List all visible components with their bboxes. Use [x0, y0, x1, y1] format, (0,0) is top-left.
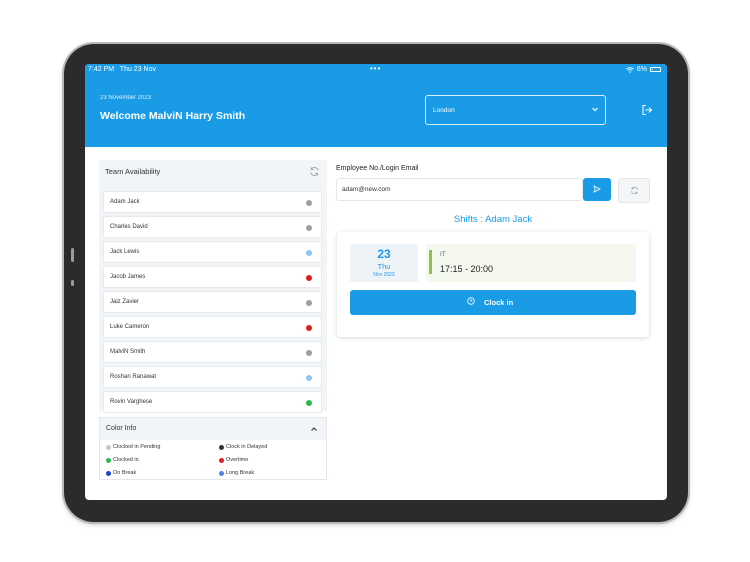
shifts-title: Shifts : Adam Jack — [453, 214, 533, 225]
member-name: MalviN Smith — [110, 349, 146, 355]
send-icon — [593, 185, 601, 193]
refresh-icon[interactable] — [309, 166, 320, 177]
status-dot — [306, 350, 312, 356]
legend-label: On Break — [113, 470, 137, 476]
legend-item: Clock in Delayed — [219, 444, 267, 450]
color-info-header[interactable]: Color Info — [100, 418, 326, 440]
shift-date-box: 23 Thu Nov 2023 — [350, 244, 418, 282]
team-member-row[interactable]: Jack Lewis — [103, 241, 322, 263]
multitask-dots[interactable]: ••• — [370, 64, 381, 73]
chevron-up-icon — [311, 427, 317, 431]
employee-field-label: Employee No./Login Email — [336, 165, 419, 172]
team-member-row[interactable]: Luke Cameron — [103, 316, 322, 338]
app-screen: 7:42 PM Thu 23 Nov ••• 6% 23 November 20… — [85, 64, 667, 500]
member-name: Charles David — [110, 224, 148, 230]
clock-in-label: Clock in — [484, 298, 514, 307]
legend-item: On Break — [106, 470, 136, 476]
legend-dot — [106, 470, 111, 476]
shift-card: 23 Thu Nov 2023 IT 17:15 - 20:00 Clock i… — [337, 232, 649, 337]
legend-label: Overtime — [226, 457, 249, 463]
member-name: Luke Cameron — [110, 324, 150, 330]
legend-label: Clocked in Pending — [113, 444, 161, 450]
app-header: 7:42 PM Thu 23 Nov ••• 6% 23 November 20… — [85, 64, 667, 147]
team-member-row[interactable]: Jacob James — [103, 266, 322, 288]
shift-weekday: Thu — [377, 262, 391, 271]
status-dot — [306, 400, 312, 406]
clock-in-button[interactable]: Clock in — [350, 290, 636, 315]
status-clock: 7:42 PM — [88, 66, 115, 73]
welcome-title: Welcome MalviN Harry Smith — [100, 110, 246, 122]
device-side-button — [71, 280, 74, 286]
status-date: Thu 23 Nov — [119, 66, 156, 73]
battery-icon — [650, 67, 661, 72]
member-name: Roshan Ranawat — [110, 374, 157, 380]
legend-dot — [219, 457, 224, 463]
status-dot — [306, 250, 312, 256]
team-member-row[interactable]: Rovin Varghese — [103, 391, 322, 413]
status-time: 7:42 PM Thu 23 Nov — [88, 66, 156, 73]
location-select[interactable]: London — [425, 95, 606, 125]
submit-employee-button[interactable] — [583, 178, 611, 201]
refresh-icon — [631, 186, 638, 195]
legend-dot — [219, 470, 224, 476]
clock-icon — [467, 297, 475, 305]
shift-info: IT 17:15 - 20:00 — [426, 244, 636, 282]
status-bar: 7:42 PM Thu 23 Nov ••• 6% — [85, 64, 667, 76]
header-date: 23 November 2023 — [100, 95, 152, 101]
team-availability-title: Team Availability — [105, 167, 161, 176]
legend-label: Clock in Delayed — [226, 444, 268, 450]
employee-email-input[interactable]: adam@new.com — [336, 178, 583, 201]
team-member-row[interactable]: Roshan Ranawat — [103, 366, 322, 388]
legend-item: Clocked in — [106, 457, 139, 463]
chevron-down-icon — [592, 107, 598, 112]
legend-label: Clocked in — [113, 457, 139, 463]
shift-department: IT — [440, 251, 446, 258]
color-info-title: Color Info — [106, 425, 137, 432]
wifi-icon — [626, 66, 634, 73]
legend-dot — [106, 444, 111, 450]
battery-percent: 6% — [636, 66, 647, 73]
logout-icon[interactable] — [641, 104, 653, 116]
member-name: Jacob James — [110, 274, 146, 280]
status-dot — [306, 225, 312, 231]
status-right: 6% — [626, 66, 661, 73]
member-name: Adam Jack — [110, 199, 140, 205]
status-dot — [306, 375, 312, 381]
member-name: Jack Lewis — [110, 249, 140, 255]
team-availability-panel: Team Availability Adam Jack Charles Davi… — [99, 160, 327, 413]
legend-dot — [106, 457, 111, 463]
reset-button[interactable] — [618, 178, 650, 203]
shift-time: 17:15 - 20:00 — [440, 264, 494, 274]
color-info-panel: Color Info Clocked in Pending Clock in D… — [99, 417, 327, 480]
location-value: London — [433, 107, 455, 114]
shift-month-year: Nov 2023 — [373, 272, 395, 278]
member-name: Rovin Varghese — [110, 399, 153, 405]
legend-dot — [219, 444, 224, 450]
team-member-row[interactable]: Jaiz Zavier — [103, 291, 322, 313]
status-dot — [306, 200, 312, 206]
shift-accent-bar — [429, 250, 432, 274]
team-member-row[interactable]: Charles David — [103, 216, 322, 238]
legend-item: Long Break — [219, 470, 254, 476]
device-side-button — [71, 248, 74, 262]
legend-item: Clocked in Pending — [106, 444, 160, 450]
status-dot — [306, 300, 312, 306]
legend-label: Long Break — [226, 470, 255, 476]
legend-item: Overtime — [219, 457, 248, 463]
member-name: Jaiz Zavier — [110, 299, 140, 305]
team-member-row[interactable]: Adam Jack — [103, 191, 322, 213]
status-dot — [306, 275, 312, 281]
status-dot — [306, 325, 312, 331]
shift-day: 23 — [377, 247, 391, 261]
team-member-row[interactable]: MalviN Smith — [103, 341, 322, 363]
